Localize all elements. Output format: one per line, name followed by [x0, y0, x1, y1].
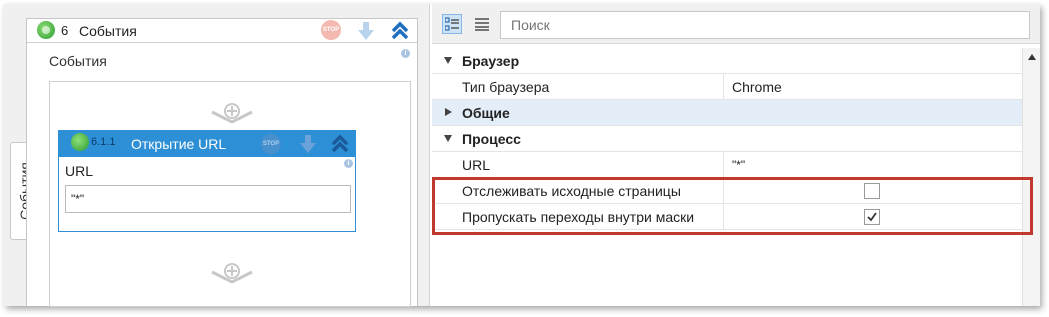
collapse-triangle-icon[interactable] [445, 108, 452, 116]
property-value[interactable]: "*" [732, 158, 745, 172]
checkmark-icon [867, 212, 877, 222]
expand-triangle-icon[interactable] [444, 135, 452, 142]
collapse-icon[interactable] [331, 134, 349, 154]
category-browser[interactable]: Браузер [432, 48, 1022, 74]
url-input[interactable]: "*" [65, 185, 351, 213]
vertical-scrollbar[interactable] [1022, 48, 1040, 306]
property-row-url[interactable]: URL "*" [432, 152, 1022, 178]
activity-number: 6 [61, 23, 69, 38]
property-row-browser-type[interactable]: Тип браузера Chrome [432, 74, 1022, 100]
property-panel: Браузер Тип браузера Chrome Общие Процес… [432, 4, 1040, 306]
category-label: Общие [462, 105, 510, 121]
add-activity-icon[interactable] [210, 262, 254, 286]
robot-logo-icon [71, 133, 89, 151]
category-general[interactable]: Общие [432, 100, 1022, 126]
arrow-down-icon[interactable] [357, 21, 375, 41]
property-name: URL [432, 152, 724, 178]
open-url-activity[interactable]: 6.1.1 Открытие URL STOP i URL "*" [58, 130, 356, 232]
property-row-skip-mask-transitions[interactable]: Пропускать переходы внутри маски [432, 204, 1022, 230]
property-name: Тип браузера [432, 74, 724, 100]
categorized-view-button[interactable] [442, 14, 462, 34]
alphabetical-view-button[interactable] [472, 14, 492, 34]
property-value[interactable]: Chrome [732, 79, 782, 95]
arrow-down-icon[interactable] [299, 134, 317, 154]
categorized-icon [445, 17, 459, 31]
track-source-pages-checkbox[interactable] [864, 183, 880, 199]
category-process[interactable]: Процесс [432, 126, 1022, 152]
skip-mask-transitions-checkbox[interactable] [864, 209, 880, 225]
stop-icon[interactable]: STOP [261, 134, 281, 154]
activity-label: События [49, 53, 107, 69]
property-grid: Браузер Тип браузера Chrome Общие Процес… [432, 48, 1022, 230]
collapse-icon[interactable] [391, 21, 409, 41]
info-icon[interactable]: i [401, 49, 410, 58]
property-row-track-source-pages[interactable]: Отслеживать исходные страницы [432, 178, 1022, 204]
url-label: URL [65, 163, 94, 179]
property-name: Пропускать переходы внутри маски [432, 204, 724, 230]
property-name: Отслеживать исходные страницы [432, 178, 724, 204]
scroll-up-arrow-icon[interactable] [1028, 54, 1036, 60]
stop-icon[interactable]: STOP [321, 20, 341, 40]
property-toolbar [432, 4, 1040, 44]
activity-title: Открытие URL [131, 136, 227, 152]
workflow-designer: События 6 События STOP i События 6.1.1 О… [4, 4, 430, 307]
info-icon[interactable]: i [344, 159, 353, 168]
robot-logo-icon [37, 21, 55, 39]
open-url-header: 6.1.1 Открытие URL STOP [59, 131, 355, 157]
category-label: Браузер [462, 53, 520, 69]
window-frame: События 6 События STOP i События 6.1.1 О… [4, 4, 1040, 307]
add-activity-icon[interactable] [210, 102, 254, 126]
search-input[interactable] [500, 11, 1030, 39]
expand-triangle-icon[interactable] [444, 57, 452, 64]
activity-title: События [79, 23, 137, 39]
activity-number: 6.1.1 [91, 136, 116, 148]
category-label: Процесс [462, 131, 521, 147]
list-icon [475, 18, 489, 31]
activity-header: 6 События STOP [27, 19, 417, 43]
